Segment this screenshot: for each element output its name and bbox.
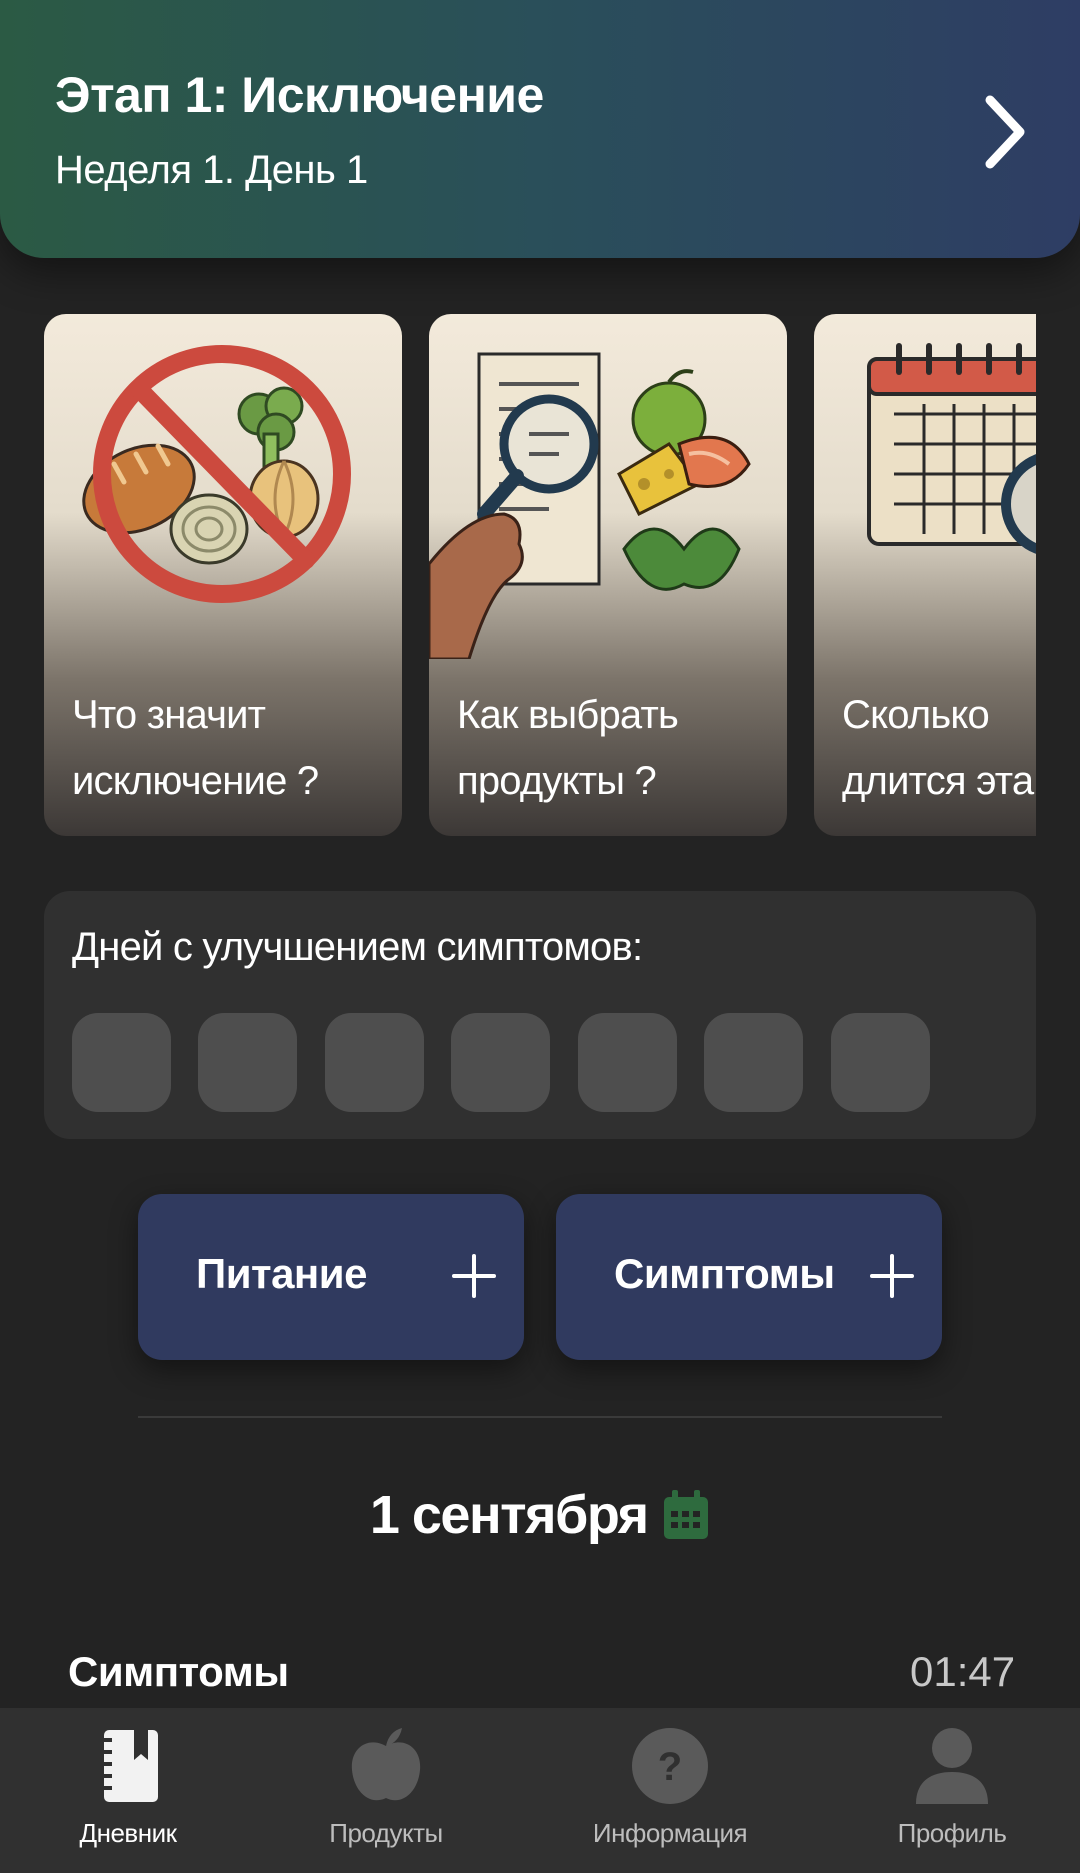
- day-cell-6[interactable]: [704, 1013, 803, 1112]
- card-title-line2: длится этап ?: [842, 759, 1036, 803]
- add-symptoms-button[interactable]: Симптомы: [556, 1194, 942, 1360]
- nav-label: Профиль: [897, 1818, 1007, 1848]
- help-icon: ?: [632, 1728, 708, 1804]
- stage-title: Этап 1: Исключение: [55, 67, 544, 123]
- plus-icon: [452, 1254, 496, 1298]
- info-card-exclusion[interactable]: Что значит исключение ?: [44, 314, 402, 836]
- no-food-illustration: [82, 345, 351, 603]
- info-card-choose-products[interactable]: Как выбрать продукты ?: [429, 314, 787, 836]
- nav-diary[interactable]: Дневник: [18, 1708, 238, 1873]
- bottom-navigation: Дневник Продукты ? Информация Профиль: [0, 1708, 1080, 1873]
- nav-label: Продукты: [329, 1818, 443, 1848]
- day-cell-4[interactable]: [451, 1013, 550, 1112]
- symptoms-label: Симптомы: [614, 1250, 835, 1297]
- plus-icon: [870, 1254, 914, 1298]
- nav-profile[interactable]: Профиль: [842, 1708, 1062, 1873]
- day-cell-2[interactable]: [198, 1013, 297, 1112]
- chevron-right-icon[interactable]: [980, 92, 1030, 172]
- info-cards-carousel[interactable]: Что значит исключение ? Как выбрать прод…: [44, 314, 1036, 836]
- card-title-line2: продукты ?: [457, 759, 657, 803]
- diary-icon: [98, 1730, 158, 1802]
- card-title-line1: Сколько: [842, 693, 990, 737]
- calendar-icon[interactable]: [662, 1489, 710, 1541]
- day-cell-7[interactable]: [831, 1013, 930, 1112]
- profile-icon: [916, 1728, 988, 1804]
- symptoms-section-title: Симптомы: [68, 1648, 289, 1695]
- nav-label: Информация: [592, 1818, 748, 1848]
- card-title-line2: исключение ?: [72, 759, 319, 803]
- card-title-line1: Что значит: [72, 693, 266, 737]
- apple-icon: [351, 1728, 421, 1801]
- add-nutrition-button[interactable]: Питание: [138, 1194, 524, 1360]
- svg-text:?: ?: [658, 1745, 682, 1789]
- day-cell-3[interactable]: [325, 1013, 424, 1112]
- card-title-line1: Как выбрать: [457, 693, 679, 737]
- day-cell-1[interactable]: [72, 1013, 171, 1112]
- stage-header[interactable]: Этап 1: Исключение Неделя 1. День 1: [0, 0, 1080, 258]
- divider: [138, 1416, 942, 1418]
- nav-products[interactable]: Продукты: [276, 1708, 496, 1873]
- stage-subtitle: Неделя 1. День 1: [55, 148, 368, 192]
- magnifier-list-illustration: [429, 352, 751, 659]
- calendar-clock-illustration: [867, 343, 1036, 554]
- symptoms-time: 01:47: [910, 1648, 1016, 1695]
- improvement-title: Дней с улучшением симптомов:: [72, 925, 643, 969]
- current-date: 1 сентября: [369, 1485, 649, 1545]
- info-card-stage-duration[interactable]: Сколько длится этап ?: [814, 314, 1036, 836]
- improvement-days-panel: Дней с улучшением симптомов:: [44, 891, 1036, 1139]
- nav-label: Дневник: [79, 1818, 178, 1848]
- date-selector[interactable]: 1 сентября: [0, 1484, 1080, 1554]
- day-cell-5[interactable]: [578, 1013, 677, 1112]
- nav-information[interactable]: ? Информация: [560, 1708, 780, 1873]
- nutrition-label: Питание: [196, 1250, 367, 1297]
